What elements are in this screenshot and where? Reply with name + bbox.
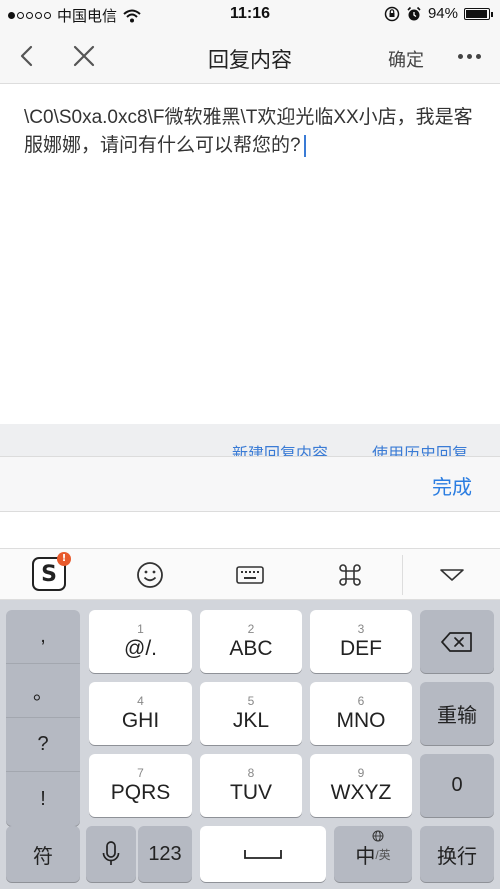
notification-badge: ! bbox=[57, 552, 71, 566]
microphone-icon bbox=[102, 841, 120, 865]
status-right: 94% bbox=[384, 5, 493, 22]
more-dot bbox=[467, 53, 472, 59]
reply-text-area[interactable]: \C0\S0xa.0xc8\F微软雅黑\T欢迎光临XX小店，我是客服娜娜，请问有… bbox=[24, 104, 484, 160]
key-letters: MNO bbox=[336, 708, 386, 732]
text-caret bbox=[303, 134, 306, 157]
punctuation-key[interactable]: 。 bbox=[6, 664, 80, 718]
language-switch-key[interactable]: 中 /英 bbox=[334, 826, 412, 882]
voice-key[interactable] bbox=[86, 826, 136, 882]
key-number: 1 bbox=[137, 621, 144, 636]
punctuation-key[interactable]: , bbox=[6, 610, 80, 664]
key-number: 8 bbox=[247, 765, 255, 780]
command-icon[interactable] bbox=[334, 559, 366, 591]
key-number: 3 bbox=[357, 621, 365, 636]
more-icon[interactable] bbox=[458, 46, 488, 66]
alarm-icon bbox=[407, 6, 421, 20]
reply-text: \C0\S0xa.0xc8\F微软雅黑\T欢迎光临XX小店，我是客服娜娜，请问有… bbox=[24, 107, 473, 156]
numeric-label: 123 bbox=[148, 842, 182, 865]
key-letters: GHI bbox=[121, 708, 160, 732]
key-number: 9 bbox=[357, 765, 365, 780]
key-8[interactable]: 8 TUV bbox=[200, 754, 302, 817]
numeric-key[interactable]: 123 bbox=[138, 826, 192, 882]
enter-key[interactable]: 换行 bbox=[420, 826, 494, 882]
symbol-key[interactable]: 符 bbox=[6, 826, 80, 882]
key-number: 7 bbox=[137, 765, 144, 780]
key-number: 2 bbox=[247, 621, 255, 636]
history-reply-link[interactable]: 使用历史回复 bbox=[372, 440, 468, 456]
punctuation-key[interactable]: ! bbox=[6, 772, 80, 826]
delete-key[interactable] bbox=[420, 610, 494, 673]
collapse-down-icon[interactable] bbox=[436, 559, 468, 591]
sogou-logo[interactable]: S! bbox=[32, 552, 71, 591]
key-number: 5 bbox=[247, 693, 255, 708]
new-reply-link[interactable]: 新建回复内容 bbox=[232, 440, 328, 456]
punctuation-key[interactable]: ? bbox=[6, 718, 80, 772]
key-number: 6 bbox=[357, 693, 365, 708]
more-dot bbox=[476, 53, 481, 59]
emoji-icon[interactable] bbox=[134, 559, 166, 591]
globe-icon bbox=[372, 830, 384, 842]
battery-icon bbox=[464, 7, 493, 20]
zero-key[interactable]: 0 bbox=[420, 754, 494, 817]
key-letters: ABC bbox=[229, 636, 273, 660]
spacer bbox=[0, 512, 500, 548]
enter-label: 换行 bbox=[437, 845, 477, 868]
language-label: 中 bbox=[355, 845, 376, 868]
retype-key[interactable]: 重输 bbox=[420, 682, 494, 745]
punctuation-column[interactable]: , 。 ? ! bbox=[6, 610, 80, 826]
battery-percent: 94% bbox=[427, 5, 458, 22]
status-bar: 中国电信 11:16 94% bbox=[0, 0, 500, 30]
space-key[interactable] bbox=[200, 826, 326, 882]
space-icon bbox=[244, 850, 282, 859]
key-4[interactable]: 4 GHI bbox=[89, 682, 192, 745]
key-9[interactable]: 9 WXYZ bbox=[310, 754, 412, 817]
more-dot bbox=[458, 53, 463, 59]
keyboard-icon[interactable] bbox=[234, 559, 266, 591]
backspace-icon bbox=[441, 631, 472, 652]
key-7[interactable]: 7 PQRS bbox=[89, 754, 192, 817]
language-sub-label: /英 bbox=[375, 847, 391, 862]
t9-keyboard: , 。 ? ! 1 @/. 2 ABC 3 DEF 4 GHI 5 JKL 6 … bbox=[0, 600, 500, 889]
rotation-lock-icon bbox=[384, 6, 400, 21]
key-letters: PQRS bbox=[110, 780, 171, 804]
page-title: 回复内容 bbox=[208, 49, 292, 72]
key-1[interactable]: 1 @/. bbox=[89, 610, 192, 673]
reply-links-row: 新建回复内容 使用历史回复 bbox=[0, 424, 500, 456]
keyboard-toolbar: S! bbox=[0, 548, 500, 600]
keyboard-accessory-bar: 完成 bbox=[0, 456, 500, 512]
key-6[interactable]: 6 MNO bbox=[310, 682, 412, 745]
key-5[interactable]: 5 JKL bbox=[200, 682, 302, 745]
zero-label: 0 bbox=[451, 774, 463, 796]
key-letters: JKL bbox=[232, 708, 270, 732]
nav-bar: 回复内容 确定 bbox=[0, 30, 500, 84]
symbol-label: 符 bbox=[33, 845, 53, 868]
done-button[interactable]: 完成 bbox=[432, 471, 472, 500]
key-2[interactable]: 2 ABC bbox=[200, 610, 302, 673]
toolbar-divider bbox=[402, 555, 403, 595]
reply-editor[interactable]: \C0\S0xa.0xc8\F微软雅黑\T欢迎光临XX小店，我是客服娜娜，请问有… bbox=[0, 84, 500, 424]
confirm-button[interactable]: 确定 bbox=[388, 46, 424, 72]
retype-label: 重输 bbox=[437, 705, 477, 727]
key-3[interactable]: 3 DEF bbox=[310, 610, 412, 673]
key-number: 4 bbox=[137, 693, 144, 708]
key-letters: @/. bbox=[124, 636, 157, 660]
key-letters: WXYZ bbox=[330, 780, 392, 804]
key-letters: DEF bbox=[340, 636, 382, 660]
key-letters: TUV bbox=[230, 780, 272, 804]
battery-fill bbox=[466, 9, 487, 18]
